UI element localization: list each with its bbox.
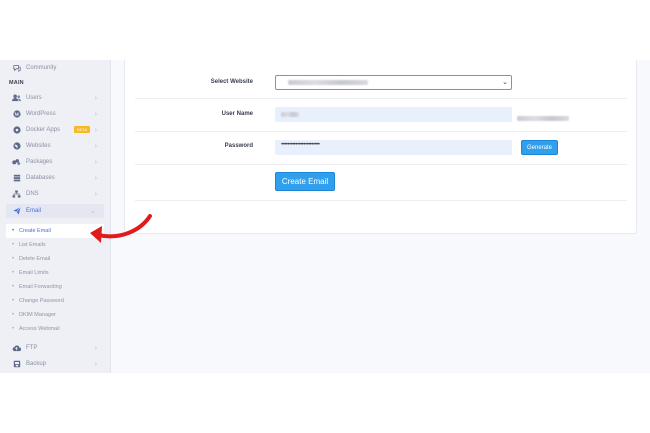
section-heading-main: MAIN [9,80,24,86]
sidebar-item-label: Databases [26,175,55,181]
sidebar-item-label: Websites [26,143,51,149]
chevron-right-icon: › [94,126,97,134]
chevron-right-icon: › [94,94,97,102]
users-icon [12,94,21,103]
select-website-label: Select Website [210,79,253,85]
user-name-label: User Name [221,111,253,117]
cloud-upload-icon [12,344,21,353]
backup-icon [12,360,21,369]
app-frame: Community MAIN Users › W WordPress › Doc… [0,60,650,373]
packages-icon [12,158,21,167]
redacted-value [288,80,368,85]
database-icon [12,174,21,183]
create-email-button[interactable]: Create Email [275,172,335,191]
submenu-item-access-webmail[interactable]: • Access Webmail [6,322,104,336]
row-divider [135,200,627,201]
wordpress-icon: W [12,110,21,119]
sidebar-item-community[interactable]: Community [0,61,111,75]
sidebar-item-websites[interactable]: Websites › [0,139,111,153]
chevron-right-icon: › [94,110,97,118]
form-row-select-website: Select Website ⌄ [125,60,638,98]
sidebar-item-label: FTP [26,345,38,351]
sidebar-item-users[interactable]: Users › [0,91,111,105]
svg-text:W: W [14,112,20,118]
docker-icon [12,126,21,135]
sidebar-item-label: Users [26,95,42,101]
chevron-right-icon: › [94,190,97,198]
password-label: Password [224,143,253,149]
chevron-right-icon: › [94,142,97,150]
row-divider [135,164,627,165]
chat-icon [12,64,21,73]
website-select[interactable]: ⌄ [275,75,512,90]
sidebar-item-databases[interactable]: Databases › [0,171,111,185]
globe-icon [12,142,21,151]
sidebar-item-label: DNS [26,191,39,197]
main-content: Select Website ⌄ User Name Password ••••… [111,60,650,373]
sidebar-item-label: Packages [26,159,53,165]
sidebar-item-dns[interactable]: DNS › [0,187,111,201]
submenu-item-email-limits[interactable]: • Email Limits [6,266,104,280]
chevron-right-icon: › [94,174,97,182]
red-arrow-annotation [90,214,152,243]
redacted-value [281,112,299,117]
form-row-user-name: User Name [125,98,638,131]
password-input[interactable]: •••••••••••••••••••••••• [275,140,512,155]
submenu-item-change-password[interactable]: • Change Password [6,294,104,308]
user-name-input[interactable] [275,107,512,122]
sidebar-item-ftp[interactable]: FTP › [0,341,111,355]
sidebar-item-label: Community [26,65,57,71]
chevron-right-icon: › [94,344,97,352]
sidebar-item-packages[interactable]: Packages › [0,155,111,169]
chevron-down-icon: ⌄ [502,79,508,86]
sidebar-item-label: Backup [26,361,47,367]
chevron-right-icon: › [94,360,97,368]
chevron-right-icon: › [94,158,97,166]
create-email-form-card: Select Website ⌄ User Name Password ••••… [124,60,637,234]
beta-badge: BETA [74,126,91,133]
redacted-domain-suffix [517,116,569,121]
dns-icon [12,190,21,199]
sidebar-item-label: Email [26,208,42,214]
form-row-password: Password •••••••••••••••••••••••• [125,131,638,164]
submenu-item-dkim-manager[interactable]: • DKIM Manager [6,308,104,322]
sidebar-item-label: WordPress [26,111,56,117]
submenu-item-email-forwarding[interactable]: • Email Forwarding [6,280,104,294]
sidebar-item-label: Docker Apps [26,127,61,133]
sidebar-item-backup[interactable]: Backup › [0,357,111,371]
sidebar-item-docker-apps[interactable]: Docker Apps BETA › [0,123,111,137]
password-value: •••••••••••••••••••••••• [281,142,320,148]
generate-button[interactable]: Generate [521,140,558,155]
sidebar-item-wordpress[interactable]: W WordPress › [0,107,111,121]
paper-plane-icon [12,207,21,216]
